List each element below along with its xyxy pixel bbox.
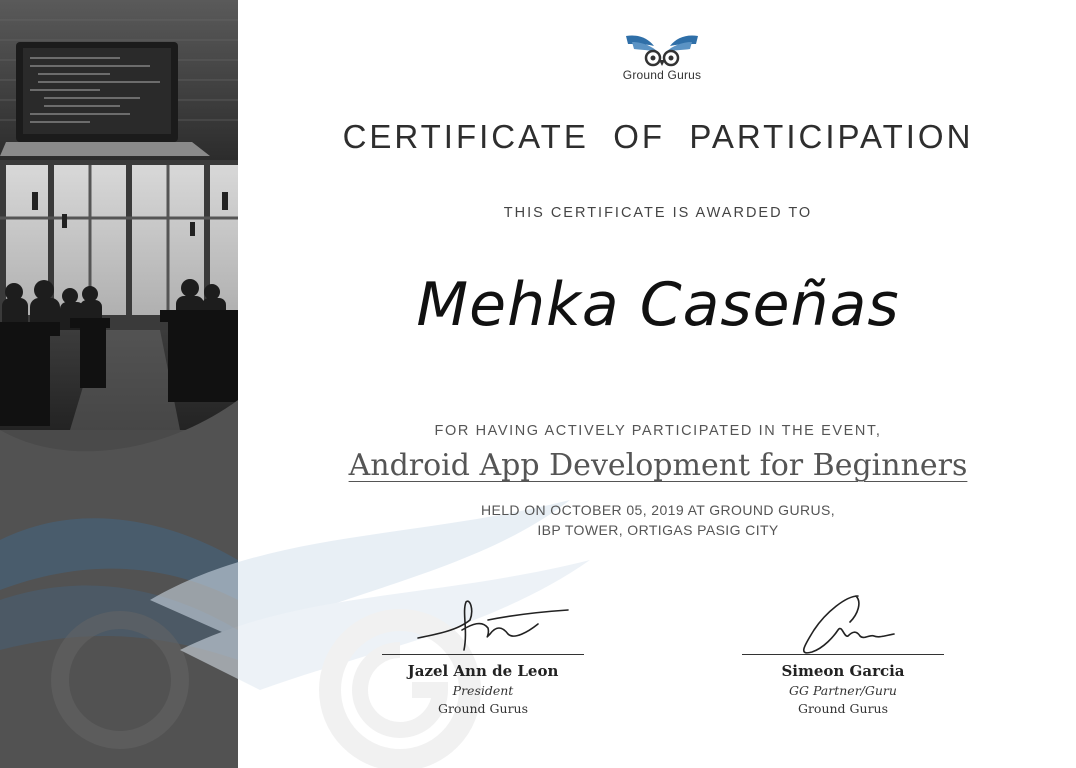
event-details: HELD ON OCTOBER 05, 2019 AT GROUND GURUS… (240, 500, 1076, 540)
signature-simeon (803, 595, 895, 654)
logo-name: Ground Gurus (622, 68, 702, 82)
signatory-organization: Ground Gurus (437, 701, 529, 716)
event-date-venue: HELD ON OCTOBER 05, 2019 AT GROUND GURUS… (480, 502, 836, 518)
owl-logo-icon (626, 35, 698, 67)
signature-line (382, 654, 584, 655)
participation-line: FOR HAVING ACTIVELY PARTICIPATED IN THE … (434, 423, 882, 439)
signatory-organization: Ground Gurus (797, 701, 889, 716)
ground-gurus-logo: Ground Gurus (612, 30, 712, 90)
signatory-role: President (452, 683, 514, 698)
signatory-name: Simeon Garcia (781, 662, 905, 680)
signature-line (742, 654, 944, 655)
recipient-name: Mehka Caseñas (416, 270, 900, 340)
event-name: Android App Development for Beginners (240, 448, 1076, 483)
signature-jazel (417, 600, 569, 651)
signatory-role: GG Partner/Guru (789, 683, 897, 698)
event-location: IBP TOWER, ORTIGAS PASIG CITY (537, 522, 779, 538)
event-name-text: Android App Development for Beginners (348, 448, 968, 483)
certificate-title: CERTIFICATE OF PARTICIPATION (342, 118, 974, 155)
certificate: Ground Gurus CERTIFICATE OF PARTICIPATIO… (0, 0, 1076, 768)
awarded-line: THIS CERTIFICATE IS AWARDED TO (503, 205, 813, 221)
signatory-name: Jazel Ann de Leon (407, 662, 559, 680)
